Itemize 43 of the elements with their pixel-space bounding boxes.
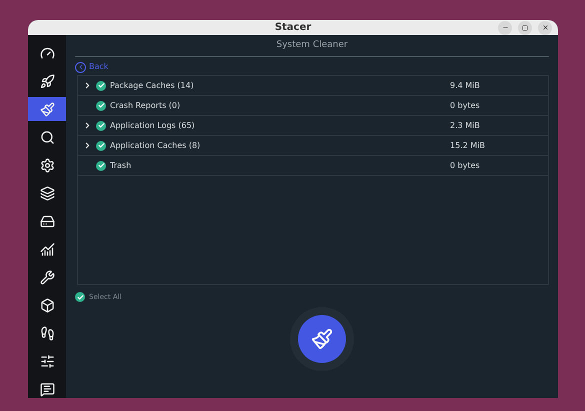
checkbox[interactable] bbox=[96, 120, 106, 130]
category-size: 0 bytes bbox=[450, 160, 480, 172]
stack-icon bbox=[40, 186, 54, 200]
maximize-button[interactable] bbox=[518, 20, 532, 34]
box-icon bbox=[40, 298, 54, 312]
broom-icon bbox=[311, 328, 333, 350]
category-size: 9.4 MiB bbox=[450, 80, 480, 92]
search-icon bbox=[40, 130, 54, 144]
gears-icon bbox=[40, 158, 54, 172]
rocket-icon bbox=[40, 74, 54, 88]
checkbox[interactable] bbox=[96, 100, 106, 110]
category-size: 15.2 MiB bbox=[450, 140, 485, 152]
close-icon bbox=[542, 24, 548, 31]
category-size: 2.3 MiB bbox=[450, 120, 480, 132]
checkbox[interactable] bbox=[75, 292, 85, 302]
chart-icon bbox=[40, 242, 54, 256]
category-size: 0 bytes bbox=[450, 100, 480, 112]
checkbox[interactable] bbox=[96, 160, 106, 170]
category-row[interactable]: Trash 0 bytes bbox=[78, 156, 548, 176]
category-label: Application Logs (65) bbox=[110, 120, 196, 132]
tools-icon bbox=[40, 270, 54, 284]
sliders-icon bbox=[40, 354, 54, 368]
close-button[interactable] bbox=[538, 20, 552, 34]
category-label: Application Caches (8) bbox=[110, 140, 202, 152]
page-title: System Cleaner bbox=[276, 38, 348, 52]
checkbox[interactable] bbox=[96, 140, 106, 150]
category-row[interactable]: Application Caches (8) 15.2 MiB bbox=[78, 136, 548, 156]
minimize-icon bbox=[502, 24, 508, 31]
message-icon bbox=[40, 382, 54, 396]
maximize-icon bbox=[522, 24, 528, 30]
category-row[interactable]: Application Logs (65) 2.3 MiB bbox=[78, 116, 548, 136]
clean-button[interactable] bbox=[298, 314, 346, 362]
back-icon bbox=[75, 62, 86, 72]
category-label: Trash bbox=[110, 160, 132, 172]
broom-icon bbox=[40, 102, 54, 116]
category-row[interactable]: Crash Reports (0) 0 bytes bbox=[78, 96, 548, 116]
footprint-icon bbox=[40, 326, 54, 340]
checkbox[interactable] bbox=[96, 80, 106, 90]
window-title: Stacer bbox=[274, 21, 312, 35]
gauge-icon bbox=[40, 46, 54, 60]
category-row[interactable]: Package Caches (14) 9.4 MiB bbox=[78, 76, 548, 96]
category-label: Crash Reports (0) bbox=[110, 100, 182, 112]
category-label: Package Caches (14) bbox=[110, 80, 195, 92]
